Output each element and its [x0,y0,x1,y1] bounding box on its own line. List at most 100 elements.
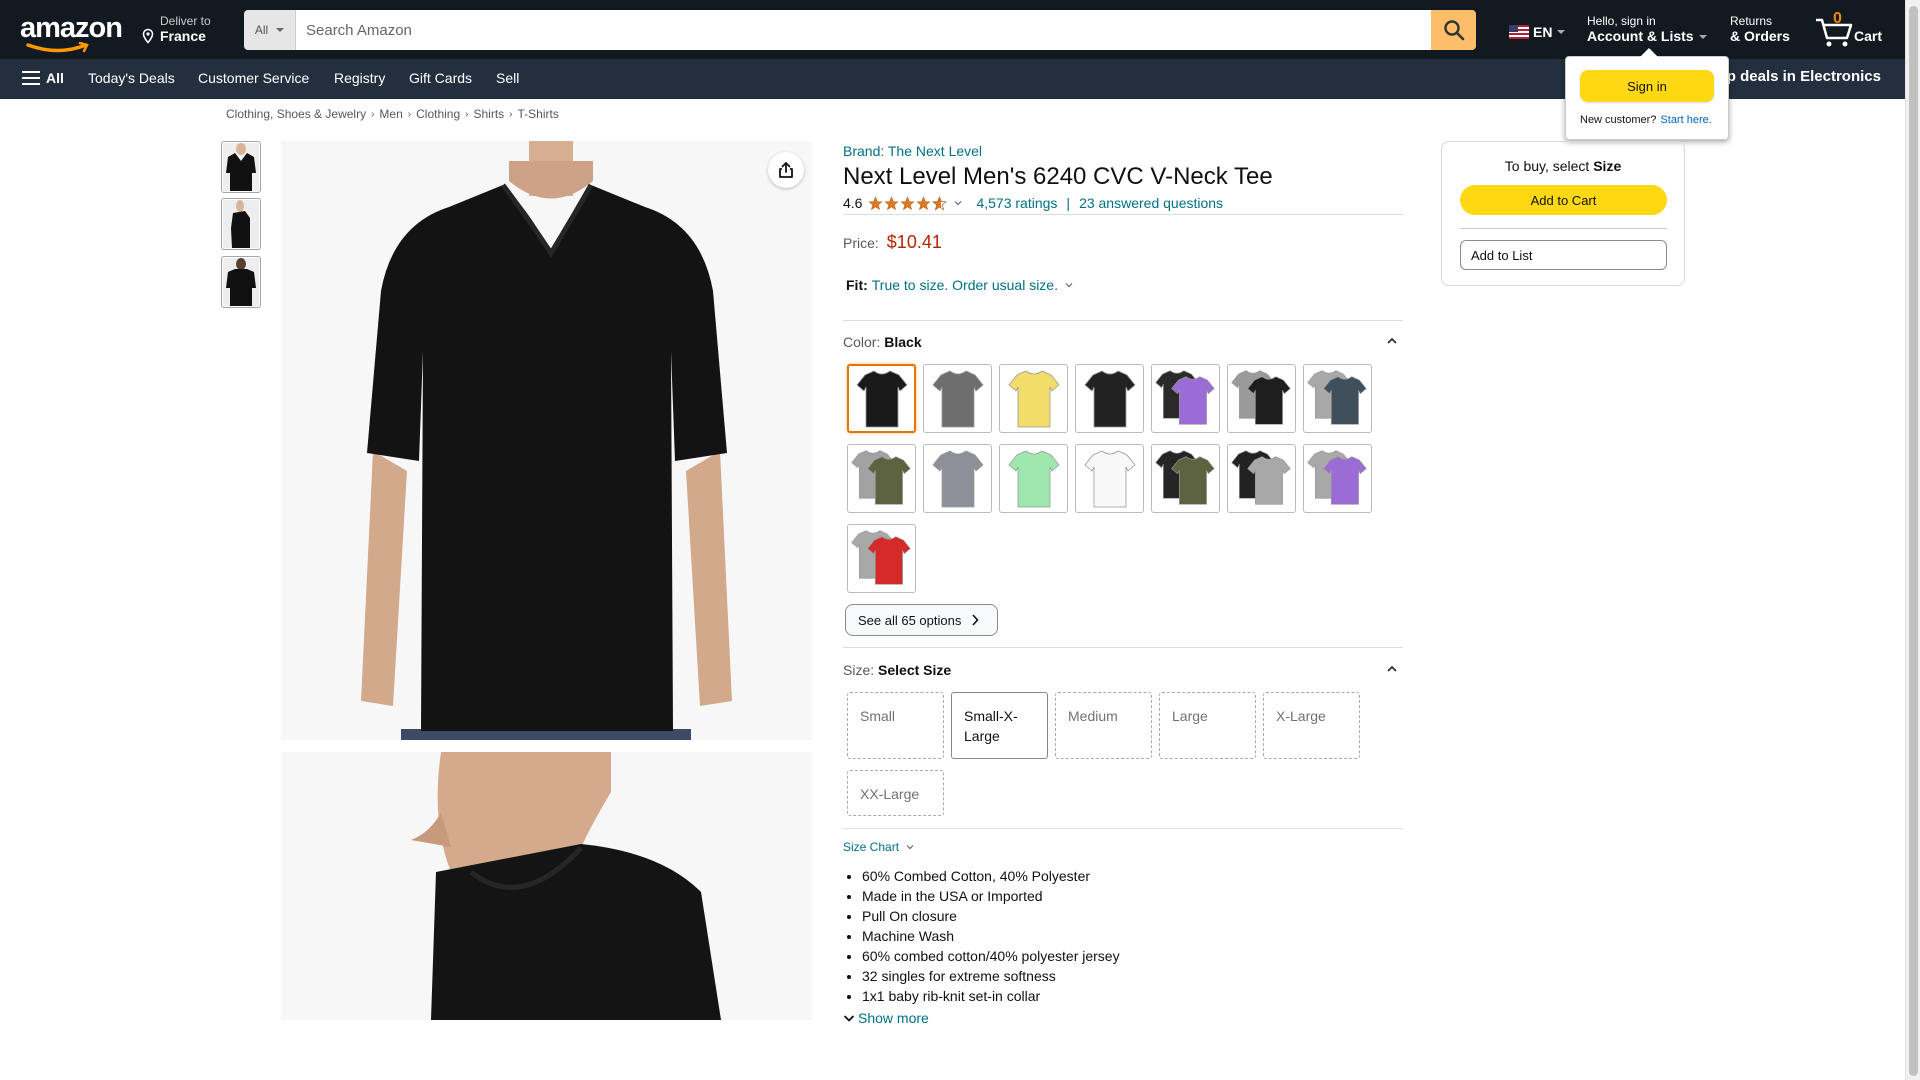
chevron-right-icon: › [509,108,513,120]
tshirt-swatch-image [1306,449,1367,505]
color-swatch[interactable] [1151,364,1220,433]
star-rating[interactable] [868,195,948,211]
search-button[interactable] [1431,10,1476,50]
size-chart-label: Size Chart [843,840,900,854]
search-category-label: All [254,23,269,37]
secondary-product-image[interactable] [281,752,812,1020]
tshirt-swatch-image [1083,450,1136,507]
tshirt-back-image [223,258,259,306]
tshirt-swatch-image [931,370,984,427]
see-all-options-button[interactable]: See all 65 options [845,604,998,636]
fit-value-link[interactable]: True to size. Order usual size. [872,277,1058,293]
add-to-cart-button[interactable]: Add to Cart [1460,185,1667,215]
thumbnail-side[interactable] [221,198,261,250]
brand-link[interactable]: Brand: The Next Level [843,143,982,159]
size-option-small[interactable]: Small [847,692,944,759]
amazon-logo[interactable]: amazon [20,14,123,53]
account-and-lists[interactable]: Hello, sign in Account & Lists [1587,14,1707,44]
thumbnail-front[interactable] [221,141,261,193]
color-swatch[interactable] [1151,444,1220,513]
size-option-medium[interactable]: Medium [1055,692,1152,759]
color-swatch[interactable] [1227,364,1296,433]
nav-link-customer-service[interactable]: Customer Service [198,70,309,86]
color-swatch[interactable] [847,524,916,593]
nav-link-gift-cards[interactable]: Gift Cards [409,70,472,86]
chevron-down-icon[interactable] [1064,281,1074,289]
color-swatch[interactable] [923,364,992,433]
chevron-right-icon: › [407,108,412,120]
search-input[interactable] [296,10,1431,50]
thumbnail-back[interactable] [221,256,261,308]
caret-down-icon [1698,35,1707,40]
fit-row: Fit: True to size. Order usual size. [846,277,1074,293]
size-value: Select Size [878,662,952,678]
color-value: Black [884,334,922,350]
search-bar: All [244,10,1476,50]
breadcrumb-item[interactable]: Shirts [473,107,504,121]
search-category-dropdown[interactable]: All [244,10,296,50]
deliver-to[interactable]: Deliver to France [140,14,211,48]
color-swatch[interactable] [1303,444,1372,513]
all-menu-button[interactable]: All [22,70,64,86]
size-option-large[interactable]: Large [1159,692,1256,759]
chevron-right-icon: › [371,108,375,120]
caret-down-icon [276,28,285,32]
caret-down-icon [1557,30,1566,34]
tshirt-swatch-image [1007,450,1060,507]
start-here-link[interactable]: Start here. [1660,114,1711,126]
divider [843,828,1403,829]
language-label: EN [1533,24,1553,40]
share-button[interactable] [768,152,804,188]
signin-button[interactable]: Sign in [1580,70,1714,102]
color-swatch[interactable] [923,444,992,513]
size-option-x-large[interactable]: X-Large [1263,692,1360,759]
tshirt-front-image [223,143,259,191]
breadcrumb-item[interactable]: Clothing, Shoes & Jewelry [226,107,366,121]
all-menu-label: All [46,70,64,86]
breadcrumb-item[interactable]: Clothing [416,107,460,121]
language-selector[interactable]: EN [1509,24,1566,40]
main-product-image[interactable] [281,141,812,740]
star-full-icon [884,195,900,210]
size-option-small-x-large[interactable]: Small-X-Large [951,692,1048,759]
chevron-down-icon[interactable] [954,199,962,207]
divider [1460,228,1667,229]
color-swatch[interactable] [1303,364,1372,433]
buy-box-prompt: To buy, select Size [1442,158,1684,174]
tshirt-swatch-image [1154,369,1215,425]
color-swatch[interactable] [999,444,1068,513]
nav-link-sell[interactable]: Sell [496,70,519,86]
breadcrumb: Clothing, Shoes & Jewelry › Men › Clothing… [226,107,559,121]
color-swatch[interactable] [1227,444,1296,513]
ratings-count-link[interactable]: 4,573 ratings [976,195,1057,211]
price-label: Price: [843,235,879,251]
size-chart-link[interactable]: Size Chart [843,840,915,854]
size-section-header[interactable]: Size: Select Size [843,662,1403,678]
nav-link-registry[interactable]: Registry [334,70,385,86]
nav-link-todays-deals[interactable]: Today's Deals [88,70,175,86]
color-swatch[interactable] [1075,444,1144,513]
show-more-link[interactable]: Show more [843,1010,929,1026]
color-swatch[interactable] [847,364,916,433]
page-scrollbar[interactable] [1905,0,1920,1080]
chevron-right-icon: › [465,108,469,120]
color-section-header[interactable]: Color: Black [843,334,1403,350]
location-pin-icon [142,28,154,44]
cart-button[interactable]: 0 Cart [1814,10,1894,48]
size-option-xx-large[interactable]: XX-Large [847,770,944,816]
scrollbar-thumb[interactable] [1909,6,1918,1076]
color-swatch[interactable] [847,444,916,513]
color-swatch[interactable] [999,364,1068,433]
chevron-up-icon[interactable] [1386,337,1398,345]
see-all-label: See all 65 options [858,612,962,628]
price-value: $10.41 [886,232,942,252]
chevron-up-icon[interactable] [1386,665,1398,673]
color-swatch[interactable] [1075,364,1144,433]
breadcrumb-item[interactable]: T-Shirts [518,107,559,121]
tshirt-swatch-image [1154,449,1215,505]
breadcrumb-item[interactable]: Men [379,107,402,121]
add-to-list-button[interactable]: Add to List [1460,240,1667,270]
answered-questions-link[interactable]: 23 answered questions [1079,195,1223,211]
returns-and-orders[interactable]: Returns & Orders [1730,14,1790,44]
feature-bullet: Machine Wash [862,926,1120,946]
